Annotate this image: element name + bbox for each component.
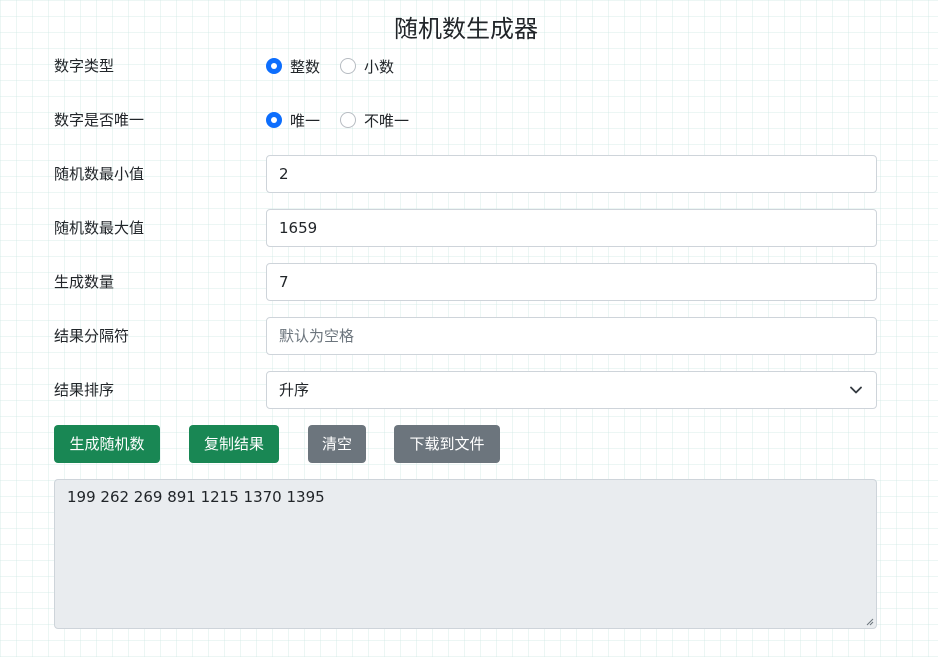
- page-title: 随机数生成器: [394, 15, 538, 43]
- radio-not-unique[interactable]: 不唯一: [340, 110, 409, 131]
- sort-select-value: 升序: [279, 381, 310, 399]
- max-row: 随机数最大值 1659: [54, 209, 877, 247]
- min-input[interactable]: 2: [266, 155, 877, 193]
- number-type-radio-group: 整数 小数: [266, 47, 414, 85]
- max-input[interactable]: 1659: [266, 209, 877, 247]
- sort-select[interactable]: 升序: [266, 371, 877, 409]
- result-text: 199 262 269 891 1215 1370 1395: [67, 488, 325, 506]
- min-row: 随机数最小值 2: [54, 155, 877, 193]
- min-label: 随机数最小值: [54, 165, 145, 183]
- count-input[interactable]: 7: [266, 263, 877, 301]
- radio-unique[interactable]: 唯一: [266, 110, 320, 131]
- max-label: 随机数最大值: [54, 219, 145, 237]
- radio-integer-control[interactable]: [266, 58, 282, 74]
- number-type-label: 数字类型: [54, 57, 115, 75]
- download-button[interactable]: 下载到文件: [394, 425, 500, 463]
- unique-row: 数字是否唯一 唯一 不唯一: [54, 101, 877, 139]
- sort-row: 结果排序 升序: [54, 371, 877, 409]
- sort-label: 结果排序: [54, 381, 115, 399]
- generate-button[interactable]: 生成随机数: [54, 425, 160, 463]
- copy-button[interactable]: 复制结果: [189, 425, 279, 463]
- radio-decimal[interactable]: 小数: [340, 56, 394, 77]
- separator-label: 结果分隔符: [54, 327, 130, 345]
- radio-unique-control[interactable]: [266, 112, 282, 128]
- radio-integer[interactable]: 整数: [266, 56, 320, 77]
- radio-not-unique-label[interactable]: 不唯一: [364, 110, 409, 131]
- chevron-down-icon: [850, 386, 862, 394]
- number-type-row: 数字类型 整数 小数: [54, 47, 877, 85]
- radio-integer-label[interactable]: 整数: [290, 56, 320, 77]
- result-textarea[interactable]: 199 262 269 891 1215 1370 1395: [54, 479, 877, 629]
- separator-row: 结果分隔符 默认为空格: [54, 317, 877, 355]
- unique-label: 数字是否唯一: [54, 111, 145, 129]
- radio-decimal-label[interactable]: 小数: [364, 56, 394, 77]
- resize-grip-icon[interactable]: [866, 618, 874, 626]
- count-label: 生成数量: [54, 273, 115, 291]
- separator-input[interactable]: 默认为空格: [266, 317, 877, 355]
- radio-not-unique-control[interactable]: [340, 112, 357, 128]
- count-row: 生成数量 7: [54, 263, 877, 301]
- radio-decimal-control[interactable]: [340, 58, 357, 74]
- radio-unique-label[interactable]: 唯一: [290, 110, 320, 131]
- clear-button[interactable]: 清空: [308, 425, 366, 463]
- unique-radio-group: 唯一 不唯一: [266, 101, 429, 139]
